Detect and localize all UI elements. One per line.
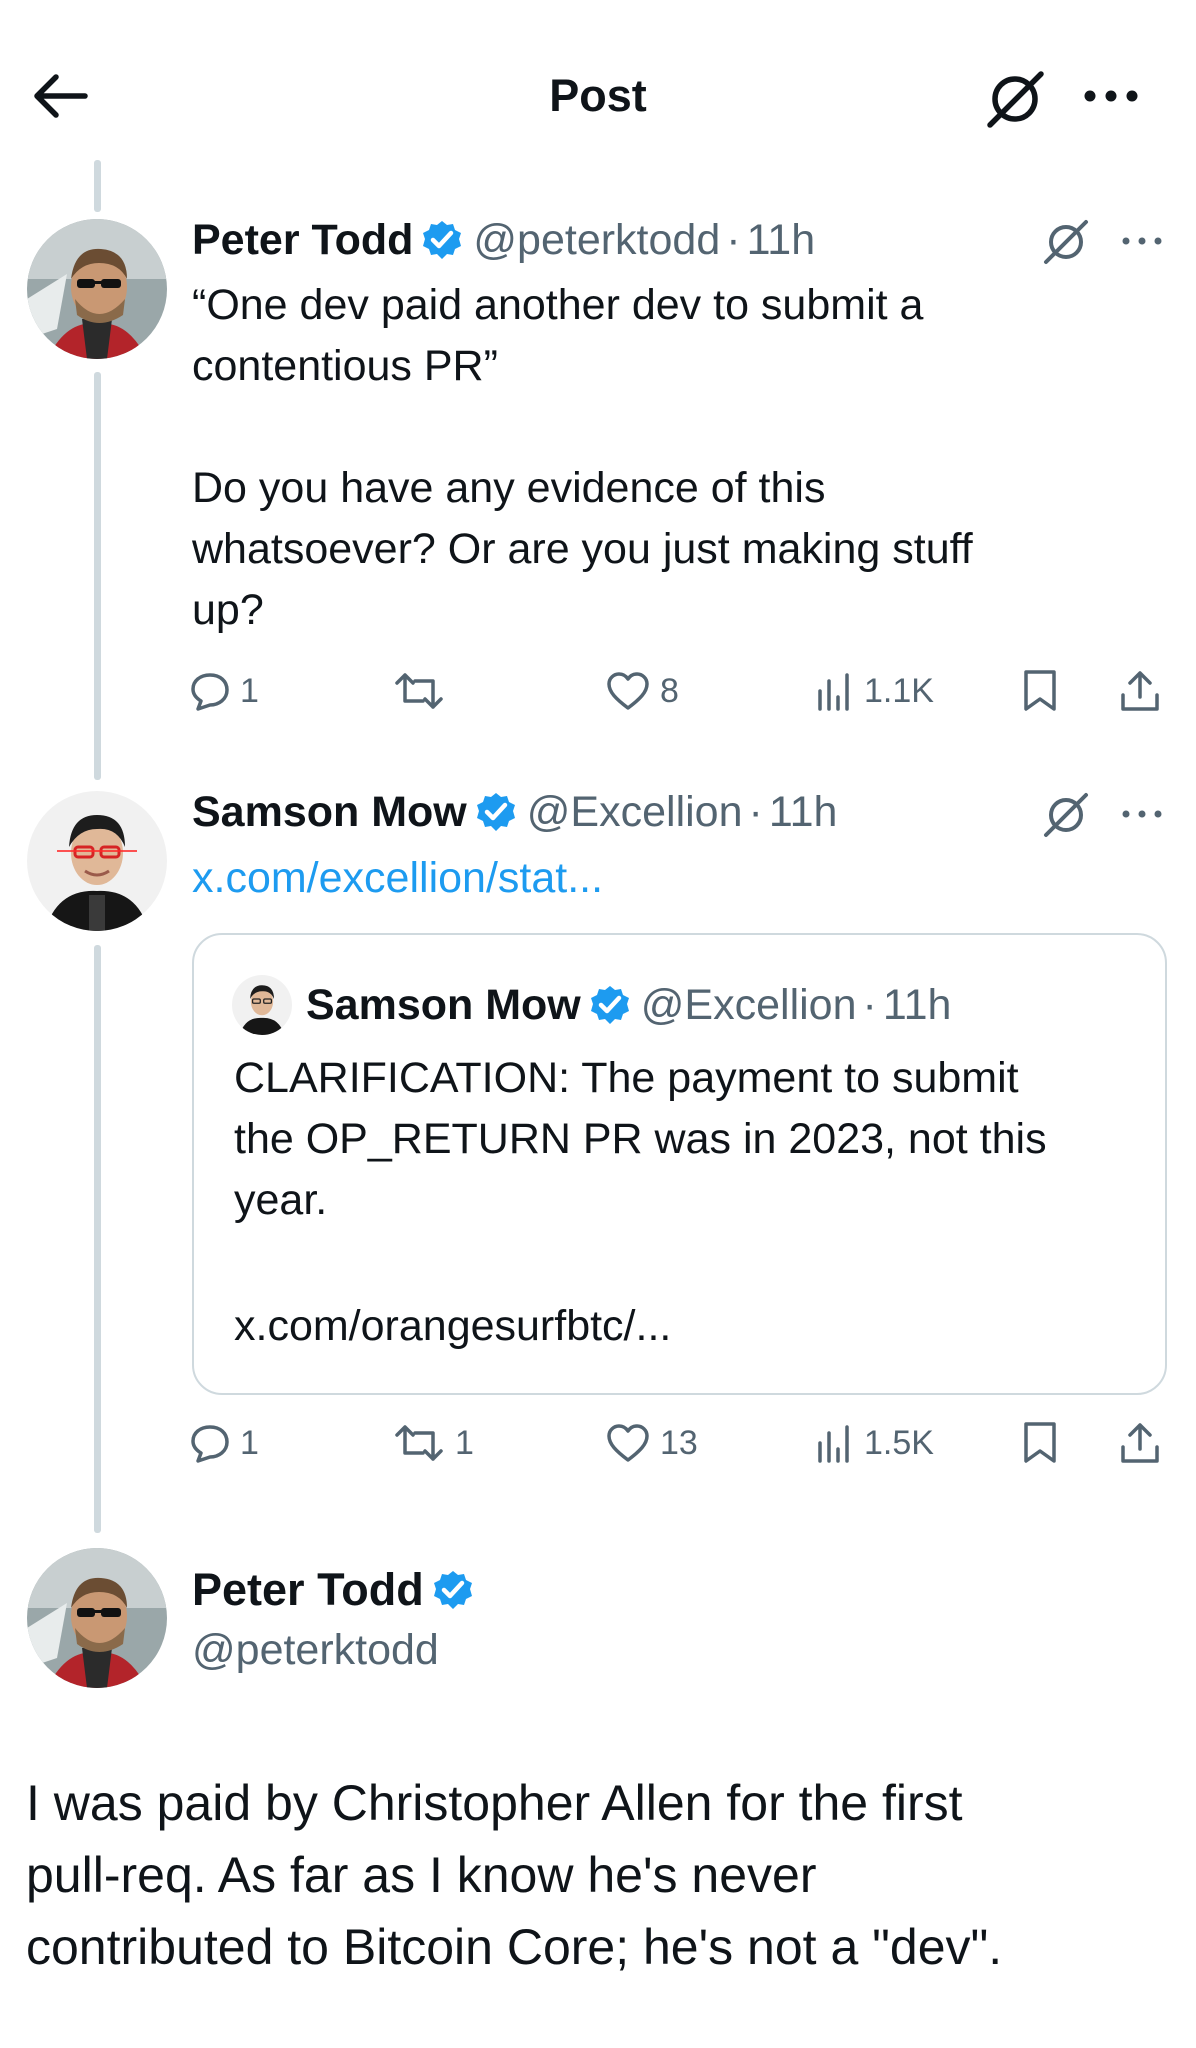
repost-icon — [395, 673, 443, 709]
post-header: Samson Mow @Excellion · 11h — [192, 786, 837, 838]
profile-photo — [27, 1548, 167, 1688]
like-button[interactable]: 8 — [606, 661, 679, 721]
bookmark-icon — [1024, 670, 1056, 711]
repost-count: 1 — [455, 1423, 474, 1462]
reply-icon — [191, 673, 229, 711]
profile-photo — [27, 791, 167, 931]
author-name-row[interactable]: Peter Todd — [192, 1562, 484, 1618]
reply-count: 1 — [240, 1423, 259, 1462]
profile-photo — [27, 219, 167, 359]
profile-photo — [232, 975, 292, 1035]
quote-avatar — [232, 975, 292, 1035]
share-button[interactable] — [1119, 1413, 1161, 1473]
like-button[interactable]: 13 — [606, 1413, 698, 1473]
grok-button[interactable] — [1040, 216, 1092, 268]
author-handle[interactable]: @Excellion — [527, 786, 743, 838]
post-text: “One dev paid another dev to submit a co… — [192, 281, 973, 634]
grok-button[interactable] — [985, 68, 1047, 130]
more-horizontal-icon — [1122, 237, 1162, 245]
views-button[interactable]: 1.1K — [814, 661, 934, 721]
main-post-author: Peter Todd @peterktodd — [192, 1562, 484, 1678]
like-count: 8 — [660, 671, 679, 710]
heart-icon — [607, 1424, 649, 1462]
post-more-button[interactable] — [1118, 799, 1166, 829]
author-handle[interactable]: @peterktodd — [473, 214, 720, 266]
views-icon — [818, 673, 849, 711]
post-actions: 1 1 13 1.5K — [190, 1413, 1170, 1473]
grok-icon — [1044, 220, 1088, 264]
avatar-samson-mow[interactable] — [27, 791, 167, 931]
more-options-button[interactable] — [1080, 76, 1142, 116]
heart-icon — [607, 672, 649, 710]
separator-dot: · — [862, 981, 877, 1029]
more-horizontal-icon — [1084, 90, 1138, 102]
top-bar: Post — [0, 0, 1196, 162]
thread-line — [94, 945, 101, 1533]
share-icon — [1121, 671, 1159, 711]
bookmark-button[interactable] — [1022, 661, 1058, 721]
avatar-peter-todd[interactable] — [27, 1548, 167, 1688]
separator-dot: · — [748, 788, 763, 836]
post-header: Peter Todd @peterktodd · 11h — [192, 214, 815, 266]
repost-button[interactable] — [393, 661, 455, 721]
reply-button[interactable]: 1 — [190, 661, 259, 721]
bookmark-button[interactable] — [1022, 1413, 1058, 1473]
quote-text: CLARIFICATION: The payment to submit the… — [234, 1054, 1047, 1224]
post-actions: 1 8 1.1K — [190, 661, 1170, 721]
author-name[interactable]: Peter Todd — [192, 1562, 424, 1618]
grok-button[interactable] — [1040, 789, 1092, 841]
reply-button[interactable]: 1 — [190, 1413, 259, 1473]
verified-badge-icon — [433, 1571, 472, 1609]
bookmark-icon — [1024, 1422, 1056, 1463]
quote-header: Samson Mow @Excellion · 11h — [306, 979, 951, 1031]
quote-time: 11h — [882, 981, 952, 1029]
verified-badge-icon — [423, 221, 462, 259]
post-time[interactable]: 11h — [747, 214, 816, 266]
quote-link: x.com/orangesurfbtc/... — [234, 1302, 672, 1350]
thread-line — [94, 372, 101, 780]
post-link[interactable]: x.com/excellion/stat... — [192, 852, 603, 904]
author-handle[interactable]: @peterktodd — [192, 1622, 484, 1678]
thread-line — [94, 160, 101, 212]
share-icon — [1121, 1423, 1159, 1463]
post-page: Post Peter Todd @peterktodd · 11h “One d… — [0, 0, 1196, 2048]
like-count: 13 — [660, 1423, 698, 1462]
author-name[interactable]: Peter Todd — [192, 214, 413, 266]
quote-author-handle: @Excellion — [640, 981, 857, 1029]
quoted-post[interactable]: Samson Mow @Excellion · 11h CLARIFICATIO… — [192, 933, 1167, 1395]
verified-badge-icon — [590, 986, 629, 1024]
main-post-text: I was paid by Christopher Allen for the … — [26, 1775, 1003, 1975]
post-more-button[interactable] — [1118, 226, 1166, 256]
views-button[interactable]: 1.5K — [814, 1413, 934, 1473]
reply-count: 1 — [240, 671, 259, 710]
quote-author-name: Samson Mow — [306, 981, 581, 1029]
grok-icon — [987, 71, 1044, 128]
views-count: 1.5K — [864, 1423, 934, 1462]
verified-badge-icon — [476, 793, 515, 831]
author-name[interactable]: Samson Mow — [192, 786, 467, 838]
avatar-peter-todd[interactable] — [27, 219, 167, 359]
post-time[interactable]: 11h — [769, 786, 838, 838]
separator-dot: · — [726, 216, 741, 264]
share-button[interactable] — [1119, 661, 1161, 721]
repost-icon — [395, 1425, 443, 1461]
repost-button[interactable]: 1 — [393, 1413, 474, 1473]
views-icon — [818, 1425, 849, 1463]
reply-icon — [191, 1425, 229, 1463]
more-horizontal-icon — [1122, 810, 1162, 818]
views-count: 1.1K — [864, 671, 934, 710]
grok-icon — [1044, 793, 1088, 837]
